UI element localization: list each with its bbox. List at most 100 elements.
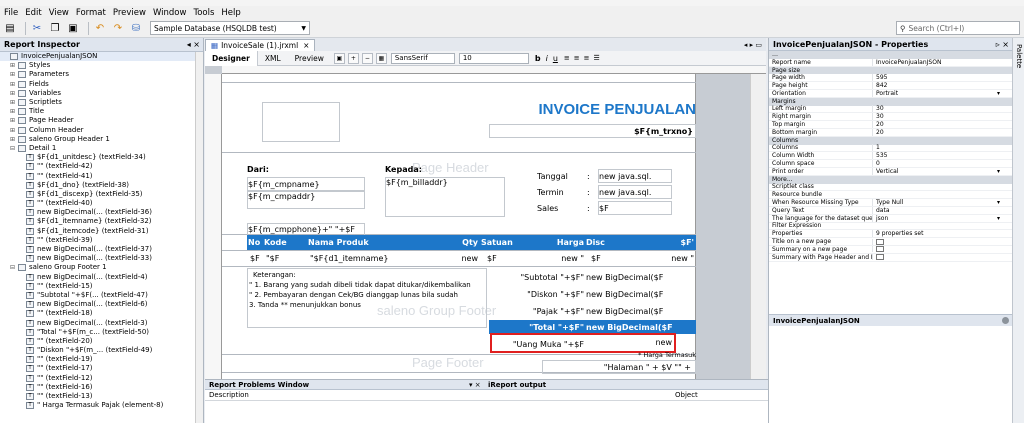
property-row[interactable]: When Resource Missing Type Type Null ▾ xyxy=(769,199,1012,207)
copy-icon[interactable]: ❐ xyxy=(48,21,62,35)
property-row[interactable]: Page height 842 xyxy=(769,82,1012,90)
tree-item[interactable]: Tnew BigDecimal(... (textField-3) xyxy=(0,318,196,327)
detail-total-field[interactable]: new " xyxy=(622,252,694,265)
property-section[interactable]: Margins xyxy=(769,97,1012,106)
diskon-value-field[interactable]: new BigDecimal($F xyxy=(586,287,696,301)
property-value[interactable]: 20 xyxy=(872,128,1002,136)
tree-item[interactable]: T "" (textField-13) xyxy=(0,392,196,401)
property-row[interactable]: Query Text data xyxy=(769,206,1012,215)
collapse-icon[interactable]: ⊟ xyxy=(10,263,18,272)
property-row[interactable]: Resource bundle xyxy=(769,191,1012,200)
tab-xml[interactable]: XML xyxy=(258,51,288,66)
menu-tools[interactable]: Tools xyxy=(193,8,214,18)
expand-icon[interactable]: ⊞ xyxy=(10,89,18,98)
property-checkbox[interactable] xyxy=(876,246,884,253)
property-value[interactable] xyxy=(872,246,1002,253)
tree-item[interactable]: T $F{d1_itemcode} (textField-31) xyxy=(0,227,196,236)
menu-window[interactable]: Window xyxy=(153,8,187,18)
tab-invoicesale[interactable]: ▦ InvoiceSale (1).jrxml × xyxy=(205,39,316,51)
undo-icon[interactable]: ↶ xyxy=(93,21,107,35)
tree-item[interactable]: T "" (textField-17) xyxy=(0,364,196,373)
tree-item[interactable]: T "Subtotal "+$F(... (textField-47) xyxy=(0,291,196,300)
panel-controls-icon[interactable]: ▹ × xyxy=(996,40,1009,49)
align-right-icon[interactable]: ≡ xyxy=(584,54,590,62)
property-row[interactable]: Orientation Portrait ▾ xyxy=(769,89,1012,98)
property-value[interactable]: InvoicePenjualanJSON xyxy=(872,58,1002,66)
help-icon[interactable] xyxy=(1002,317,1009,324)
detail-disc-field[interactable]: $F xyxy=(591,252,617,265)
tree-item[interactable]: T "Diskon "+$F(m_... (textField-49) xyxy=(0,346,196,355)
sales-label[interactable]: Sales xyxy=(537,202,577,214)
align-left-icon[interactable]: ≡ xyxy=(564,54,570,62)
tree-item[interactable]: ⊞ Parameters xyxy=(0,70,196,79)
menu-format[interactable]: Format xyxy=(76,8,106,18)
bold-icon[interactable]: b xyxy=(535,54,541,63)
property-value[interactable]: 842 xyxy=(872,82,1002,90)
tree-item[interactable]: T "" (textField-42) xyxy=(0,162,196,171)
grid-icon[interactable]: ▦ xyxy=(375,52,387,64)
tree-item[interactable]: ⊞ Fields xyxy=(0,80,196,89)
logo-image-placeholder[interactable] xyxy=(262,102,340,142)
tanggal-label[interactable]: Tanggal xyxy=(537,170,577,182)
subtotal-label-field[interactable]: "Subtotal "+$F" xyxy=(510,270,585,284)
font-size-select[interactable]: 10 xyxy=(458,52,529,64)
report-title[interactable]: INVOICE PENJUALAN xyxy=(482,98,696,120)
halaman-field[interactable]: "Halaman " + $V "" + xyxy=(542,360,696,374)
col-qty[interactable]: Qty xyxy=(454,236,478,249)
expand-icon[interactable]: ⊞ xyxy=(10,80,18,89)
dari-label[interactable]: Dari: xyxy=(247,164,347,175)
property-row[interactable]: Summary with Page Header and Footer xyxy=(769,254,1012,262)
property-row[interactable]: Print order Vertical ▾ xyxy=(769,167,1012,176)
tree-item[interactable]: ⊞ Page Header xyxy=(0,116,196,125)
tree-item[interactable]: T "" (textField-12) xyxy=(0,374,196,383)
property-row[interactable]: Summary on a new page xyxy=(769,246,1012,254)
property-value[interactable] xyxy=(872,238,1002,245)
col-harga[interactable]: Harga xyxy=(536,236,584,249)
tree-item[interactable]: T "" (textField-16) xyxy=(0,383,196,392)
expand-icon[interactable]: ⊞ xyxy=(10,70,18,79)
tree-item[interactable]: Tnew BigDecimal(... (textField-6) xyxy=(0,300,196,309)
property-section[interactable]: … xyxy=(769,51,1012,59)
zoom-fit-icon[interactable]: ▣ xyxy=(333,52,345,64)
tree-item[interactable]: ⊞ Column Header xyxy=(0,126,196,135)
tree-item[interactable]: Tnew BigDecimal(... (textField-33) xyxy=(0,254,196,263)
total-value-field[interactable]: new BigDecimal($F xyxy=(586,320,696,334)
panel-controls-icon[interactable]: ◂ × xyxy=(187,40,200,49)
problems-col-description[interactable]: Description xyxy=(205,391,675,399)
detail-satuan-field[interactable]: $F xyxy=(487,252,517,265)
chevron-down-icon[interactable]: ▾ xyxy=(997,168,1002,175)
expand-icon[interactable]: ⊞ xyxy=(10,116,18,125)
property-row[interactable]: Column Width 535 xyxy=(769,152,1012,161)
tree-item[interactable]: ⊞ Title xyxy=(0,107,196,116)
palette-sidebar[interactable]: Palette xyxy=(1012,38,1024,423)
tab-preview[interactable]: Preview xyxy=(288,51,331,66)
termin-field[interactable]: new java.sql. xyxy=(598,185,672,199)
tree-item[interactable]: T "" (textField-18) xyxy=(0,309,196,318)
menu-view[interactable]: View xyxy=(49,8,69,18)
tree-item[interactable]: Tnew BigDecimal(... (textField-37) xyxy=(0,245,196,254)
tanggal-field[interactable]: new java.sql. xyxy=(598,169,672,183)
property-row[interactable]: Right margin 30 xyxy=(769,113,1012,122)
collapse-icon[interactable]: ⊟ xyxy=(10,144,18,153)
datasource-select[interactable]: Sample Database (HSQLDB test) ▼ xyxy=(150,21,310,35)
chevron-down-icon[interactable]: ▾ xyxy=(997,199,1002,206)
design-canvas[interactable]: Page Header saleno Group Footer Page Foo… xyxy=(205,66,766,379)
tree-item[interactable]: T "" (textField-20) xyxy=(0,337,196,346)
tree-item[interactable]: T "" (textField-15) xyxy=(0,282,196,291)
tree-item[interactable]: T " Harga Termasuk Pajak (element-8) xyxy=(0,401,196,410)
menu-help[interactable]: Help xyxy=(221,8,240,18)
tree-item[interactable]: ⊞ Styles xyxy=(0,61,196,70)
expand-icon[interactable]: ⊞ xyxy=(10,126,18,135)
detail-kode-field[interactable]: "$F xyxy=(266,252,296,265)
tab-designer[interactable]: Designer xyxy=(205,50,258,66)
tree-item[interactable]: T "Total "+$F(m_c... (textField-50) xyxy=(0,328,196,337)
termin-label[interactable]: Termin xyxy=(537,186,577,198)
detail-no-field[interactable]: $F xyxy=(250,252,266,265)
subtotal-value-field[interactable]: new BigDecimal($F xyxy=(586,270,696,284)
pajak-label-field[interactable]: "Pajak "+$F" xyxy=(510,304,584,318)
kepada-label[interactable]: Kepada: xyxy=(385,164,485,175)
property-row[interactable]: Properties 9 properties set xyxy=(769,230,1012,239)
redo-icon[interactable]: ↷ xyxy=(111,21,125,35)
cmpaddr-field[interactable]: $F{m_cmpaddr} xyxy=(247,191,365,209)
property-checkbox[interactable] xyxy=(876,254,884,261)
